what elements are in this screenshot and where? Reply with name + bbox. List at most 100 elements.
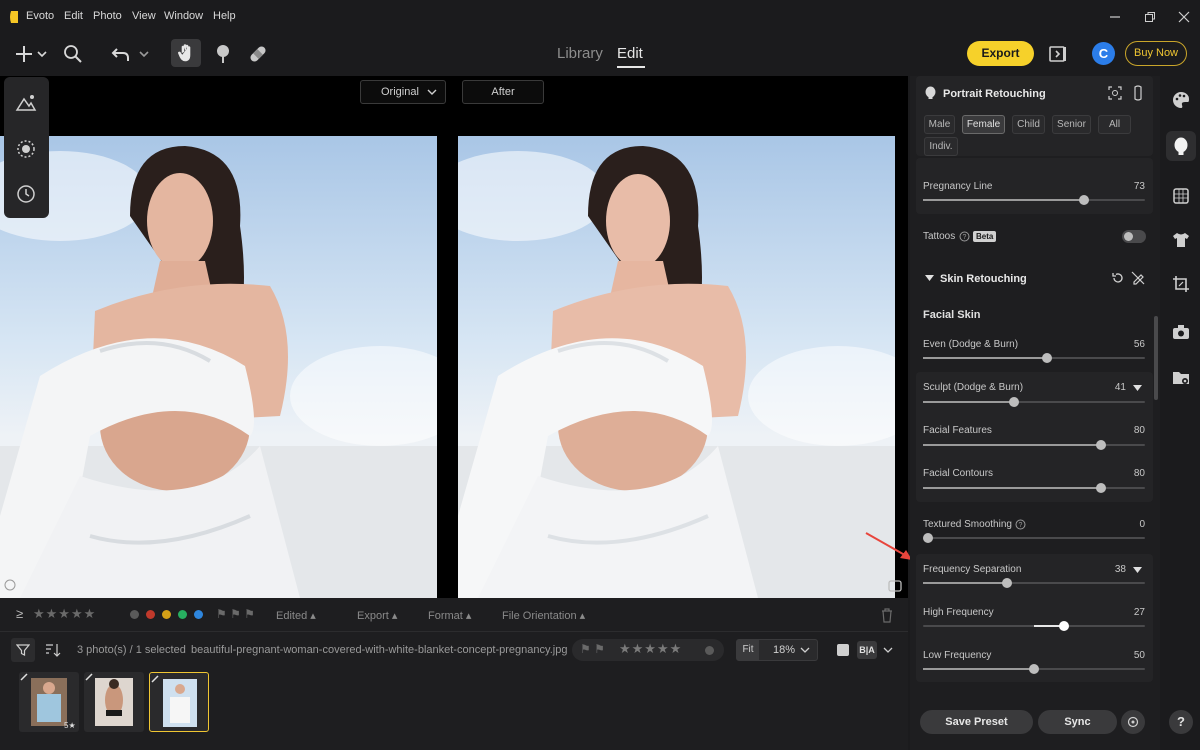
landscape-icon[interactable] (15, 92, 37, 114)
help-icon[interactable]: ? (959, 231, 970, 242)
menu-view[interactable]: View (132, 10, 156, 22)
edited-filter[interactable]: Edited ▴ (276, 609, 316, 622)
help-button[interactable]: ? (1169, 710, 1193, 734)
menu-edit[interactable]: Edit (64, 10, 83, 22)
trash-icon[interactable] (880, 607, 894, 623)
dots-circle-icon[interactable] (15, 138, 37, 160)
export-button[interactable]: Export (967, 41, 1034, 66)
color-label-yellow[interactable] (162, 610, 171, 619)
palette-icon[interactable] (1171, 90, 1191, 110)
crop-icon[interactable] (1171, 274, 1191, 294)
single-view-icon[interactable] (837, 644, 849, 656)
flag-icons[interactable]: ⚑ ⚑ (580, 642, 605, 656)
slider-knob[interactable] (1096, 440, 1106, 450)
chevron-down-icon[interactable] (34, 42, 50, 66)
chevron-down-icon[interactable] (883, 646, 893, 654)
low-frequency-slider[interactable] (923, 664, 1145, 674)
facial-features-slider[interactable] (923, 440, 1145, 450)
texture-icon[interactable] (1171, 186, 1191, 206)
undo-icon[interactable] (109, 42, 133, 66)
panel-scrollbar[interactable] (1154, 316, 1158, 400)
skin-retouching-title[interactable]: Skin Retouching (940, 273, 1027, 285)
compare-original-dropdown[interactable]: Original (360, 80, 446, 104)
slider-knob[interactable] (923, 533, 933, 543)
color-label-blue[interactable] (194, 610, 203, 619)
rating-operator-icon[interactable]: ≥ (16, 606, 23, 621)
before-after-view-icon[interactable]: B|A (857, 641, 877, 659)
undo-history-chevron-icon[interactable] (136, 42, 152, 66)
avatar[interactable]: C (1092, 42, 1115, 65)
disable-edit-icon[interactable] (1131, 271, 1145, 285)
frequency-separation-slider[interactable] (923, 578, 1145, 588)
menu-photo[interactable]: Photo (93, 10, 122, 22)
clothing-icon[interactable] (1171, 230, 1191, 250)
close-icon[interactable] (1176, 9, 1192, 25)
save-preset-button[interactable]: Save Preset (920, 710, 1033, 734)
flag-filter-icons[interactable]: ⚑ ⚑ ⚑ (216, 607, 255, 621)
chip-child[interactable]: Child (1012, 115, 1045, 134)
body-icon[interactable] (1132, 85, 1144, 101)
color-label-green[interactable] (178, 610, 187, 619)
slider-knob[interactable] (1002, 578, 1012, 588)
facial-contours-slider[interactable] (923, 483, 1145, 493)
brush-icon[interactable] (211, 42, 235, 66)
chip-senior[interactable]: Senior (1052, 115, 1091, 134)
search-icon[interactable] (61, 42, 85, 66)
color-label-red[interactable] (146, 610, 155, 619)
slider-knob[interactable] (1029, 664, 1039, 674)
export-filter[interactable]: Export ▴ (357, 609, 397, 622)
slider-knob[interactable] (1059, 621, 1069, 631)
chip-male[interactable]: Male (924, 115, 955, 134)
folder-preview-icon[interactable] (1171, 368, 1191, 388)
buy-now-button[interactable]: Buy Now (1125, 41, 1187, 66)
high-frequency-slider[interactable] (923, 621, 1145, 631)
orientation-filter[interactable]: File Orientation ▴ (502, 609, 585, 622)
fullscreen-icon[interactable] (887, 578, 903, 594)
slider-knob[interactable] (1009, 397, 1019, 407)
format-filter[interactable]: Format ▴ (428, 609, 471, 622)
bandage-icon[interactable] (246, 42, 270, 66)
sculpt-slider[interactable] (923, 397, 1145, 407)
info-icon[interactable] (4, 579, 16, 591)
camera-icon[interactable] (1171, 322, 1191, 342)
rating-stars-filter[interactable]: ★★★★★ (33, 606, 96, 622)
tattoos-toggle[interactable] (1122, 230, 1146, 243)
sync-settings-button[interactable] (1121, 710, 1145, 734)
pregnancy-line-slider[interactable] (923, 195, 1145, 205)
collapse-triangle-icon[interactable] (925, 274, 934, 282)
reset-icon[interactable] (1111, 271, 1125, 285)
chip-all[interactable]: All (1098, 115, 1131, 134)
help-icon[interactable]: ? (1015, 519, 1026, 530)
menu-help[interactable]: Help (213, 10, 236, 22)
color-label-gray[interactable] (130, 610, 139, 619)
sync-button[interactable]: Sync (1038, 710, 1117, 734)
filter-button[interactable] (11, 638, 35, 662)
sort-icon[interactable] (45, 643, 61, 657)
chip-female[interactable]: Female (962, 115, 1005, 134)
image-canvas[interactable]: Original After (0, 76, 908, 598)
minimize-icon[interactable] (1107, 9, 1123, 25)
textured-smoothing-slider[interactable] (923, 533, 1145, 543)
chip-individual[interactable]: Indiv. (924, 137, 958, 156)
expand-triangle-icon[interactable] (1133, 384, 1142, 392)
tab-library[interactable]: Library (557, 45, 603, 62)
color-label-dot[interactable] (705, 646, 714, 655)
hand-tool-button[interactable] (171, 39, 201, 67)
expand-triangle-icon[interactable] (1133, 566, 1142, 574)
even-slider[interactable] (923, 353, 1145, 363)
fit-button[interactable]: Fit (737, 640, 759, 660)
add-icon[interactable] (12, 42, 36, 66)
portrait-module-button[interactable] (1166, 131, 1196, 161)
rating-stars[interactable]: ★★★★★ (619, 641, 682, 657)
tab-edit[interactable]: Edit (617, 45, 643, 62)
history-icon[interactable] (15, 183, 37, 205)
restore-icon[interactable] (1142, 9, 1158, 25)
thumbnail-1[interactable]: 5★ (19, 672, 79, 732)
zoom-control[interactable]: Fit 18% (736, 639, 818, 661)
slider-knob[interactable] (1042, 353, 1052, 363)
slider-knob[interactable] (1096, 483, 1106, 493)
face-scan-icon[interactable] (1108, 86, 1122, 100)
compare-after-label[interactable]: After (462, 80, 544, 104)
thumbnail-2[interactable] (84, 672, 144, 732)
slider-knob[interactable] (1079, 195, 1089, 205)
